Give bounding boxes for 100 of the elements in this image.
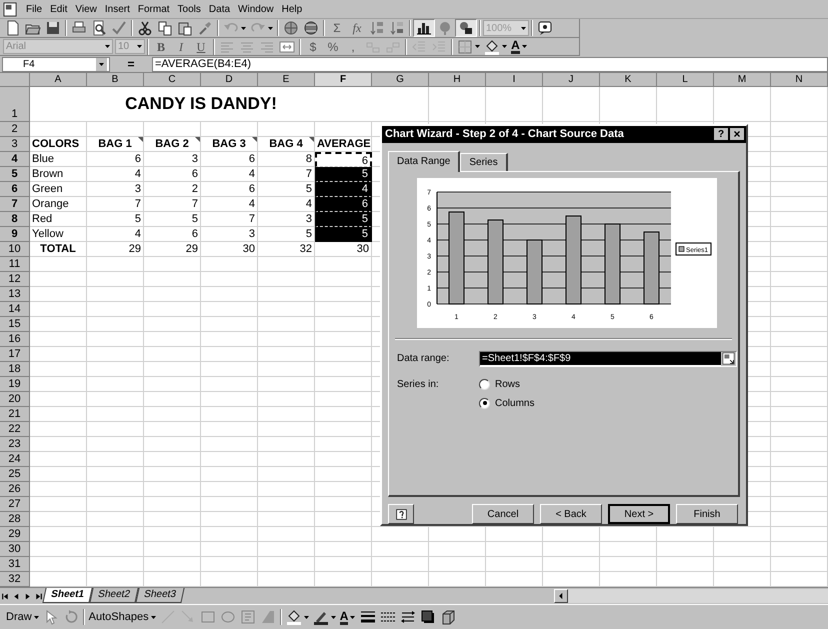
underline-button[interactable]: U <box>191 38 211 56</box>
menu-item[interactable]: Help <box>282 2 302 16</box>
radio-label[interactable]: Columns <box>495 396 534 411</box>
italic-button[interactable]: I <box>171 38 191 56</box>
sheet-tab[interactable]: Sheet3 <box>134 588 184 602</box>
row-header[interactable]: 5 <box>0 167 30 182</box>
dialog-button[interactable]: < Back <box>540 504 602 524</box>
menu-item[interactable]: Insert <box>104 2 130 16</box>
currency-button[interactable]: $ <box>303 38 323 56</box>
row-header[interactable]: 15 <box>0 317 30 332</box>
column-header[interactable]: B <box>87 73 144 87</box>
row-header[interactable]: 16 <box>0 332 30 347</box>
column-header[interactable]: E <box>258 73 315 87</box>
dialog-tab[interactable]: Data Range <box>388 150 460 172</box>
spreadsheet-cell <box>429 87 486 122</box>
row-header[interactable]: 23 <box>0 437 30 452</box>
column-header[interactable]: N <box>771 73 828 87</box>
horizontal-scrollbar[interactable] <box>554 589 828 603</box>
column-header[interactable]: L <box>657 73 714 87</box>
drawing-button[interactable] <box>455 19 477 37</box>
comma-button[interactable]: , <box>343 38 363 56</box>
row-header[interactable]: 4 <box>0 152 30 167</box>
row-header[interactable]: 11 <box>0 257 30 272</box>
dialog-tab[interactable]: Series <box>460 152 508 171</box>
column-header[interactable]: K <box>600 73 657 87</box>
percent-button[interactable]: % <box>323 38 343 56</box>
autoshapes-menu-button[interactable]: AutoShapes <box>86 608 158 626</box>
spreadsheet-cell <box>258 377 315 392</box>
row-header[interactable]: 1 <box>0 87 30 122</box>
column-header[interactable]: C <box>144 73 201 87</box>
column-header[interactable]: G <box>372 73 429 87</box>
row-header[interactable]: 30 <box>0 542 30 557</box>
row-header[interactable]: 22 <box>0 422 30 437</box>
row-header[interactable]: 9 <box>0 227 30 242</box>
radio-button[interactable] <box>479 398 490 409</box>
radio-label[interactable]: Rows <box>495 376 520 392</box>
row-header[interactable]: 32 <box>0 572 30 587</box>
help-button[interactable]: ? <box>714 128 728 140</box>
menu-item[interactable]: Edit <box>50 2 68 16</box>
bold-button[interactable]: B <box>151 38 171 56</box>
column-header[interactable]: M <box>714 73 771 87</box>
row-header[interactable]: 7 <box>0 197 30 212</box>
edit-formula-button[interactable]: = <box>110 55 152 73</box>
row-header[interactable]: 17 <box>0 347 30 362</box>
row-header[interactable]: 20 <box>0 392 30 407</box>
menu-item[interactable]: Data <box>208 2 230 16</box>
chart-wizard-button[interactable] <box>413 19 435 37</box>
row-header[interactable]: 18 <box>0 362 30 377</box>
column-header[interactable]: H <box>429 73 486 87</box>
row-header[interactable]: 19 <box>0 377 30 392</box>
spreadsheet-cell <box>30 377 87 392</box>
menu-item[interactable]: Tools <box>178 2 201 16</box>
row-header[interactable]: 14 <box>0 302 30 317</box>
row-header[interactable]: 13 <box>0 287 30 302</box>
dialog-button[interactable]: Cancel <box>472 504 534 524</box>
column-header[interactable]: D <box>201 73 258 87</box>
spreadsheet-cell <box>258 437 315 452</box>
spreadsheet-cell: 4 <box>201 167 258 182</box>
spreadsheet-cell <box>87 392 144 407</box>
font-color-button[interactable]: A <box>338 608 358 626</box>
row-header[interactable]: 31 <box>0 557 30 572</box>
row-header[interactable]: 6 <box>0 182 30 197</box>
row-header[interactable]: 12 <box>0 272 30 287</box>
dialog-button[interactable]: Next > <box>608 504 670 524</box>
row-header[interactable]: 24 <box>0 452 30 467</box>
data-range-field[interactable]: =Sheet1!$F$4:$F$9 <box>479 350 737 367</box>
spreadsheet-cell <box>771 182 828 197</box>
radio-button[interactable] <box>479 378 490 390</box>
column-header[interactable]: I <box>486 73 543 87</box>
fill-color-button[interactable] <box>482 38 509 56</box>
help-button[interactable] <box>388 504 414 524</box>
menu-item[interactable]: View <box>75 2 97 16</box>
column-header[interactable]: A <box>30 73 87 87</box>
row-header[interactable]: 25 <box>0 467 30 482</box>
draw-menu-button[interactable]: Draw <box>4 608 41 626</box>
sheet-tab[interactable]: Sheet1 <box>42 588 92 602</box>
row-header[interactable]: 21 <box>0 407 30 422</box>
sheet-tab[interactable]: Sheet2 <box>89 588 138 602</box>
column-header[interactable]: J <box>543 73 600 87</box>
dialog-button[interactable]: Finish <box>676 504 738 524</box>
row-header[interactable]: 26 <box>0 482 30 497</box>
name-box[interactable]: F4 <box>2 56 110 72</box>
spreadsheet-cell <box>315 542 372 557</box>
function-button[interactable]: fx <box>347 19 367 37</box>
row-header[interactable]: 8 <box>0 212 30 227</box>
menu-item[interactable]: Window <box>238 2 274 16</box>
close-button[interactable] <box>730 128 744 140</box>
row-header[interactable]: 29 <box>0 527 30 542</box>
row-header[interactable]: 28 <box>0 512 30 527</box>
row-header[interactable]: 3 <box>0 137 30 152</box>
row-header[interactable]: 27 <box>0 497 30 512</box>
row-header[interactable]: 10 <box>0 242 30 257</box>
autosum-button[interactable]: Σ <box>327 19 347 37</box>
formula-field[interactable]: =AVERAGE(B4:E4) <box>152 56 828 72</box>
column-header[interactable]: F <box>315 73 372 87</box>
spreadsheet-cell: 8 <box>258 152 315 167</box>
caret-icon <box>150 616 156 618</box>
menu-item[interactable]: File <box>26 2 42 16</box>
row-header[interactable]: 2 <box>0 122 30 137</box>
menu-item[interactable]: Format <box>138 2 170 16</box>
